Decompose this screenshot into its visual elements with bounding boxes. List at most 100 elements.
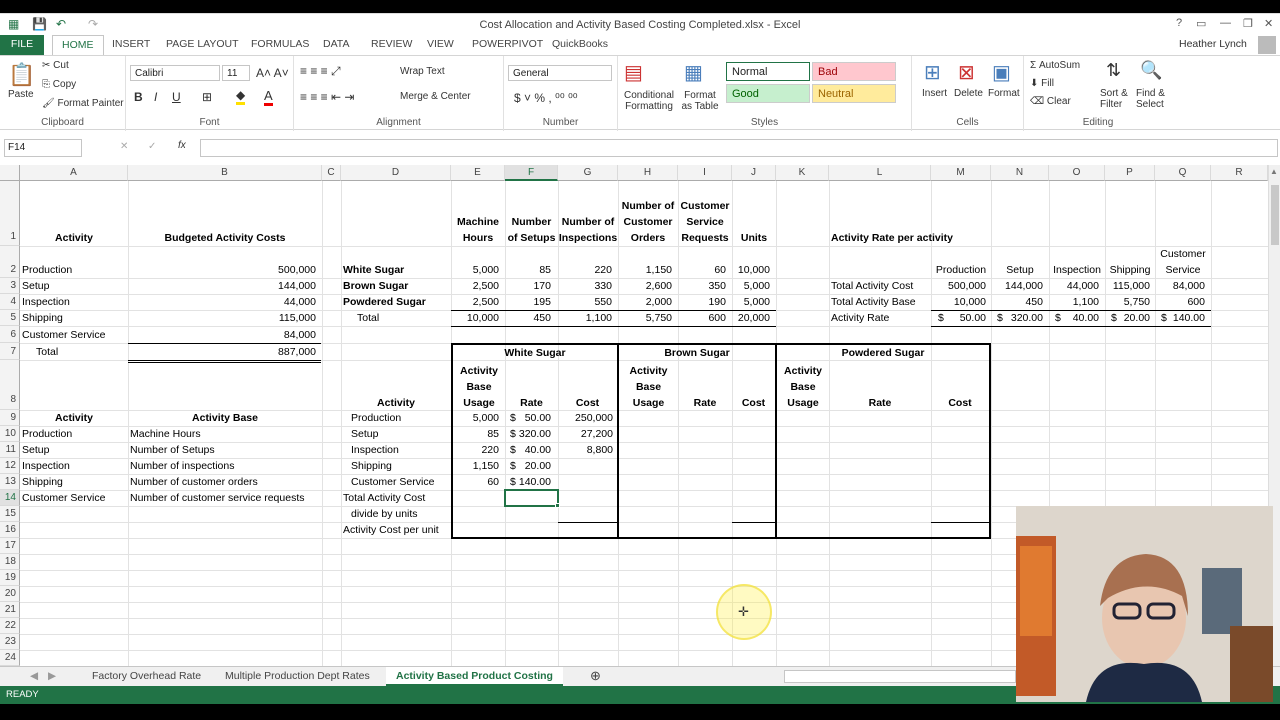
cell-g11[interactable]: 8,800 bbox=[558, 442, 613, 458]
cell-d2[interactable]: White Sugar bbox=[343, 262, 404, 278]
style-good[interactable]: Good bbox=[726, 84, 810, 103]
row-header-23[interactable]: 23 bbox=[0, 634, 20, 650]
row-header-4[interactable]: 4 bbox=[0, 294, 20, 310]
cell-o4[interactable]: 1,100 bbox=[1049, 294, 1099, 310]
col-header-q[interactable]: Q bbox=[1155, 165, 1211, 181]
cell-a5[interactable]: Shipping bbox=[22, 310, 63, 326]
formula-input[interactable] bbox=[200, 139, 1278, 157]
row-header-19[interactable]: 19 bbox=[0, 570, 20, 586]
cell-e9[interactable]: 5,000 bbox=[453, 410, 499, 426]
insert-button[interactable]: Insert bbox=[922, 88, 947, 99]
cancel-icon[interactable]: ✕ bbox=[120, 141, 128, 152]
row-header-12[interactable]: 12 bbox=[0, 458, 20, 474]
cell-e5[interactable]: 10,000 bbox=[451, 310, 499, 326]
row-header-13[interactable]: 13 bbox=[0, 474, 20, 490]
tab-data[interactable]: DATA bbox=[314, 35, 358, 55]
cell-q1-line1[interactable]: Customer bbox=[1155, 246, 1211, 262]
cell-d15[interactable]: divide by units bbox=[351, 506, 418, 522]
cell-d4[interactable]: Powdered Sugar bbox=[343, 294, 426, 310]
ribbon-display-icon[interactable]: ▭ bbox=[1196, 17, 1206, 30]
cell-j3[interactable]: 5,000 bbox=[732, 278, 770, 294]
cell-a14[interactable]: Customer Service bbox=[22, 490, 105, 506]
cell-b11[interactable]: Number of Setups bbox=[130, 442, 215, 458]
row-header-17[interactable]: 17 bbox=[0, 538, 20, 554]
cell-f5[interactable]: 450 bbox=[505, 310, 551, 326]
col-header-f[interactable]: F bbox=[505, 165, 558, 181]
bs-hdr-rate[interactable]: Rate bbox=[678, 395, 732, 411]
ps-hdr-cost[interactable]: Cost bbox=[931, 395, 989, 411]
sort-filter-icon[interactable]: ⇅ bbox=[1106, 60, 1121, 81]
col-header-l[interactable]: L bbox=[829, 165, 931, 181]
sheet-tab-abc[interactable]: Activity Based Product Costing bbox=[386, 667, 563, 686]
col-header-g[interactable]: G bbox=[558, 165, 618, 181]
cell-m2[interactable]: Production bbox=[931, 262, 991, 278]
col-header-i[interactable]: I bbox=[678, 165, 732, 181]
underline-button[interactable]: U bbox=[172, 90, 181, 104]
cell-p2[interactable]: Shipping bbox=[1105, 262, 1155, 278]
cell-n2[interactable]: Setup bbox=[991, 262, 1049, 278]
cell-f2[interactable]: 85 bbox=[505, 262, 551, 278]
clear-button[interactable]: ⌫ Clear bbox=[1030, 96, 1071, 107]
cell-g2[interactable]: 220 bbox=[558, 262, 612, 278]
cell-f10[interactable]: 320.00 bbox=[505, 426, 551, 442]
format-as-table-button[interactable]: Format as Table bbox=[678, 90, 722, 112]
sheet-tab-factory-overhead[interactable]: Factory Overhead Rate bbox=[82, 667, 211, 686]
scroll-up-icon[interactable]: ▲ bbox=[1270, 167, 1278, 176]
cell-b2[interactable]: 500,000 bbox=[128, 262, 316, 278]
help-icon[interactable]: ? bbox=[1176, 17, 1182, 29]
cell-b10[interactable]: Machine Hours bbox=[130, 426, 201, 442]
bs-hdr-activity[interactable]: Activity bbox=[619, 363, 678, 379]
cell-f1-line1[interactable]: Number bbox=[505, 214, 558, 230]
col-header-n[interactable]: N bbox=[991, 165, 1049, 181]
fill-handle[interactable] bbox=[555, 503, 560, 508]
cell-a2[interactable]: Production bbox=[22, 262, 72, 278]
grow-font-icon[interactable]: A˄ A˅ bbox=[256, 66, 289, 80]
row-header-2[interactable]: 2 bbox=[0, 246, 20, 278]
tab-home[interactable]: HOME bbox=[52, 35, 104, 56]
horizontal-scrollbar[interactable] bbox=[784, 670, 1016, 683]
white-sugar-header[interactable]: White Sugar bbox=[453, 345, 617, 361]
col-header-d[interactable]: D bbox=[341, 165, 451, 181]
italic-button[interactable]: I bbox=[154, 90, 157, 104]
row-header-16[interactable]: 16 bbox=[0, 522, 20, 538]
cell-n5[interactable]: 320.00 bbox=[991, 310, 1043, 326]
tab-powerpivot[interactable]: POWERPIVOT bbox=[463, 35, 552, 55]
paste-icon[interactable]: 📋 bbox=[8, 62, 35, 88]
conditional-formatting-button[interactable]: Conditional Formatting bbox=[620, 90, 678, 112]
copy-button[interactable]: ⎘ Copy bbox=[42, 79, 76, 90]
cell-a11[interactable]: Setup bbox=[22, 442, 49, 458]
delete-button[interactable]: Delete bbox=[954, 88, 983, 99]
conditional-formatting-icon[interactable]: ▤ bbox=[624, 60, 643, 85]
tab-formulas[interactable]: FORMULAS bbox=[242, 35, 318, 55]
cell-d11[interactable]: Inspection bbox=[351, 442, 399, 458]
cell-h3[interactable]: 2,600 bbox=[618, 278, 672, 294]
avatar[interactable] bbox=[1258, 36, 1276, 54]
tab-quickbooks[interactable]: QuickBooks bbox=[543, 35, 617, 55]
scroll-thumb[interactable] bbox=[1271, 185, 1279, 245]
cell-g10[interactable]: 27,200 bbox=[558, 426, 613, 442]
cell-l5[interactable]: Activity Rate bbox=[831, 310, 889, 326]
cell-b6[interactable]: 84,000 bbox=[128, 327, 316, 343]
ps-hdr-rate[interactable]: Rate bbox=[829, 395, 931, 411]
format-painter-button[interactable]: 🖌 Format Painter bbox=[42, 98, 124, 109]
cell-m4[interactable]: 10,000 bbox=[931, 294, 986, 310]
cell-h5[interactable]: 5,750 bbox=[618, 310, 672, 326]
row-header-15[interactable]: 15 bbox=[0, 506, 20, 522]
cell-g5[interactable]: 1,100 bbox=[558, 310, 612, 326]
row-header-6[interactable]: 6 bbox=[0, 326, 20, 343]
fill-button[interactable]: ⬇ Fill bbox=[1030, 78, 1054, 89]
font-color-icon[interactable]: A bbox=[264, 88, 273, 106]
cell-a3[interactable]: Setup bbox=[22, 278, 49, 294]
cell-e12[interactable]: 1,150 bbox=[453, 458, 499, 474]
ws-hdr-rate[interactable]: Rate bbox=[505, 395, 558, 411]
row-header-18[interactable]: 18 bbox=[0, 554, 20, 570]
cell-i1-line1[interactable]: Customer bbox=[678, 198, 732, 214]
cell-l1[interactable]: Activity Rate per activity bbox=[831, 230, 953, 246]
cell-f3[interactable]: 170 bbox=[505, 278, 551, 294]
fill-color-icon[interactable]: ◆ bbox=[236, 88, 246, 105]
user-name[interactable]: Heather Lynch bbox=[1170, 35, 1256, 55]
delete-cells-icon[interactable]: ⊠ bbox=[958, 60, 975, 85]
cell-i2[interactable]: 60 bbox=[678, 262, 726, 278]
autosum-button[interactable]: Σ AutoSum bbox=[1030, 60, 1080, 71]
col-header-m[interactable]: M bbox=[931, 165, 991, 181]
